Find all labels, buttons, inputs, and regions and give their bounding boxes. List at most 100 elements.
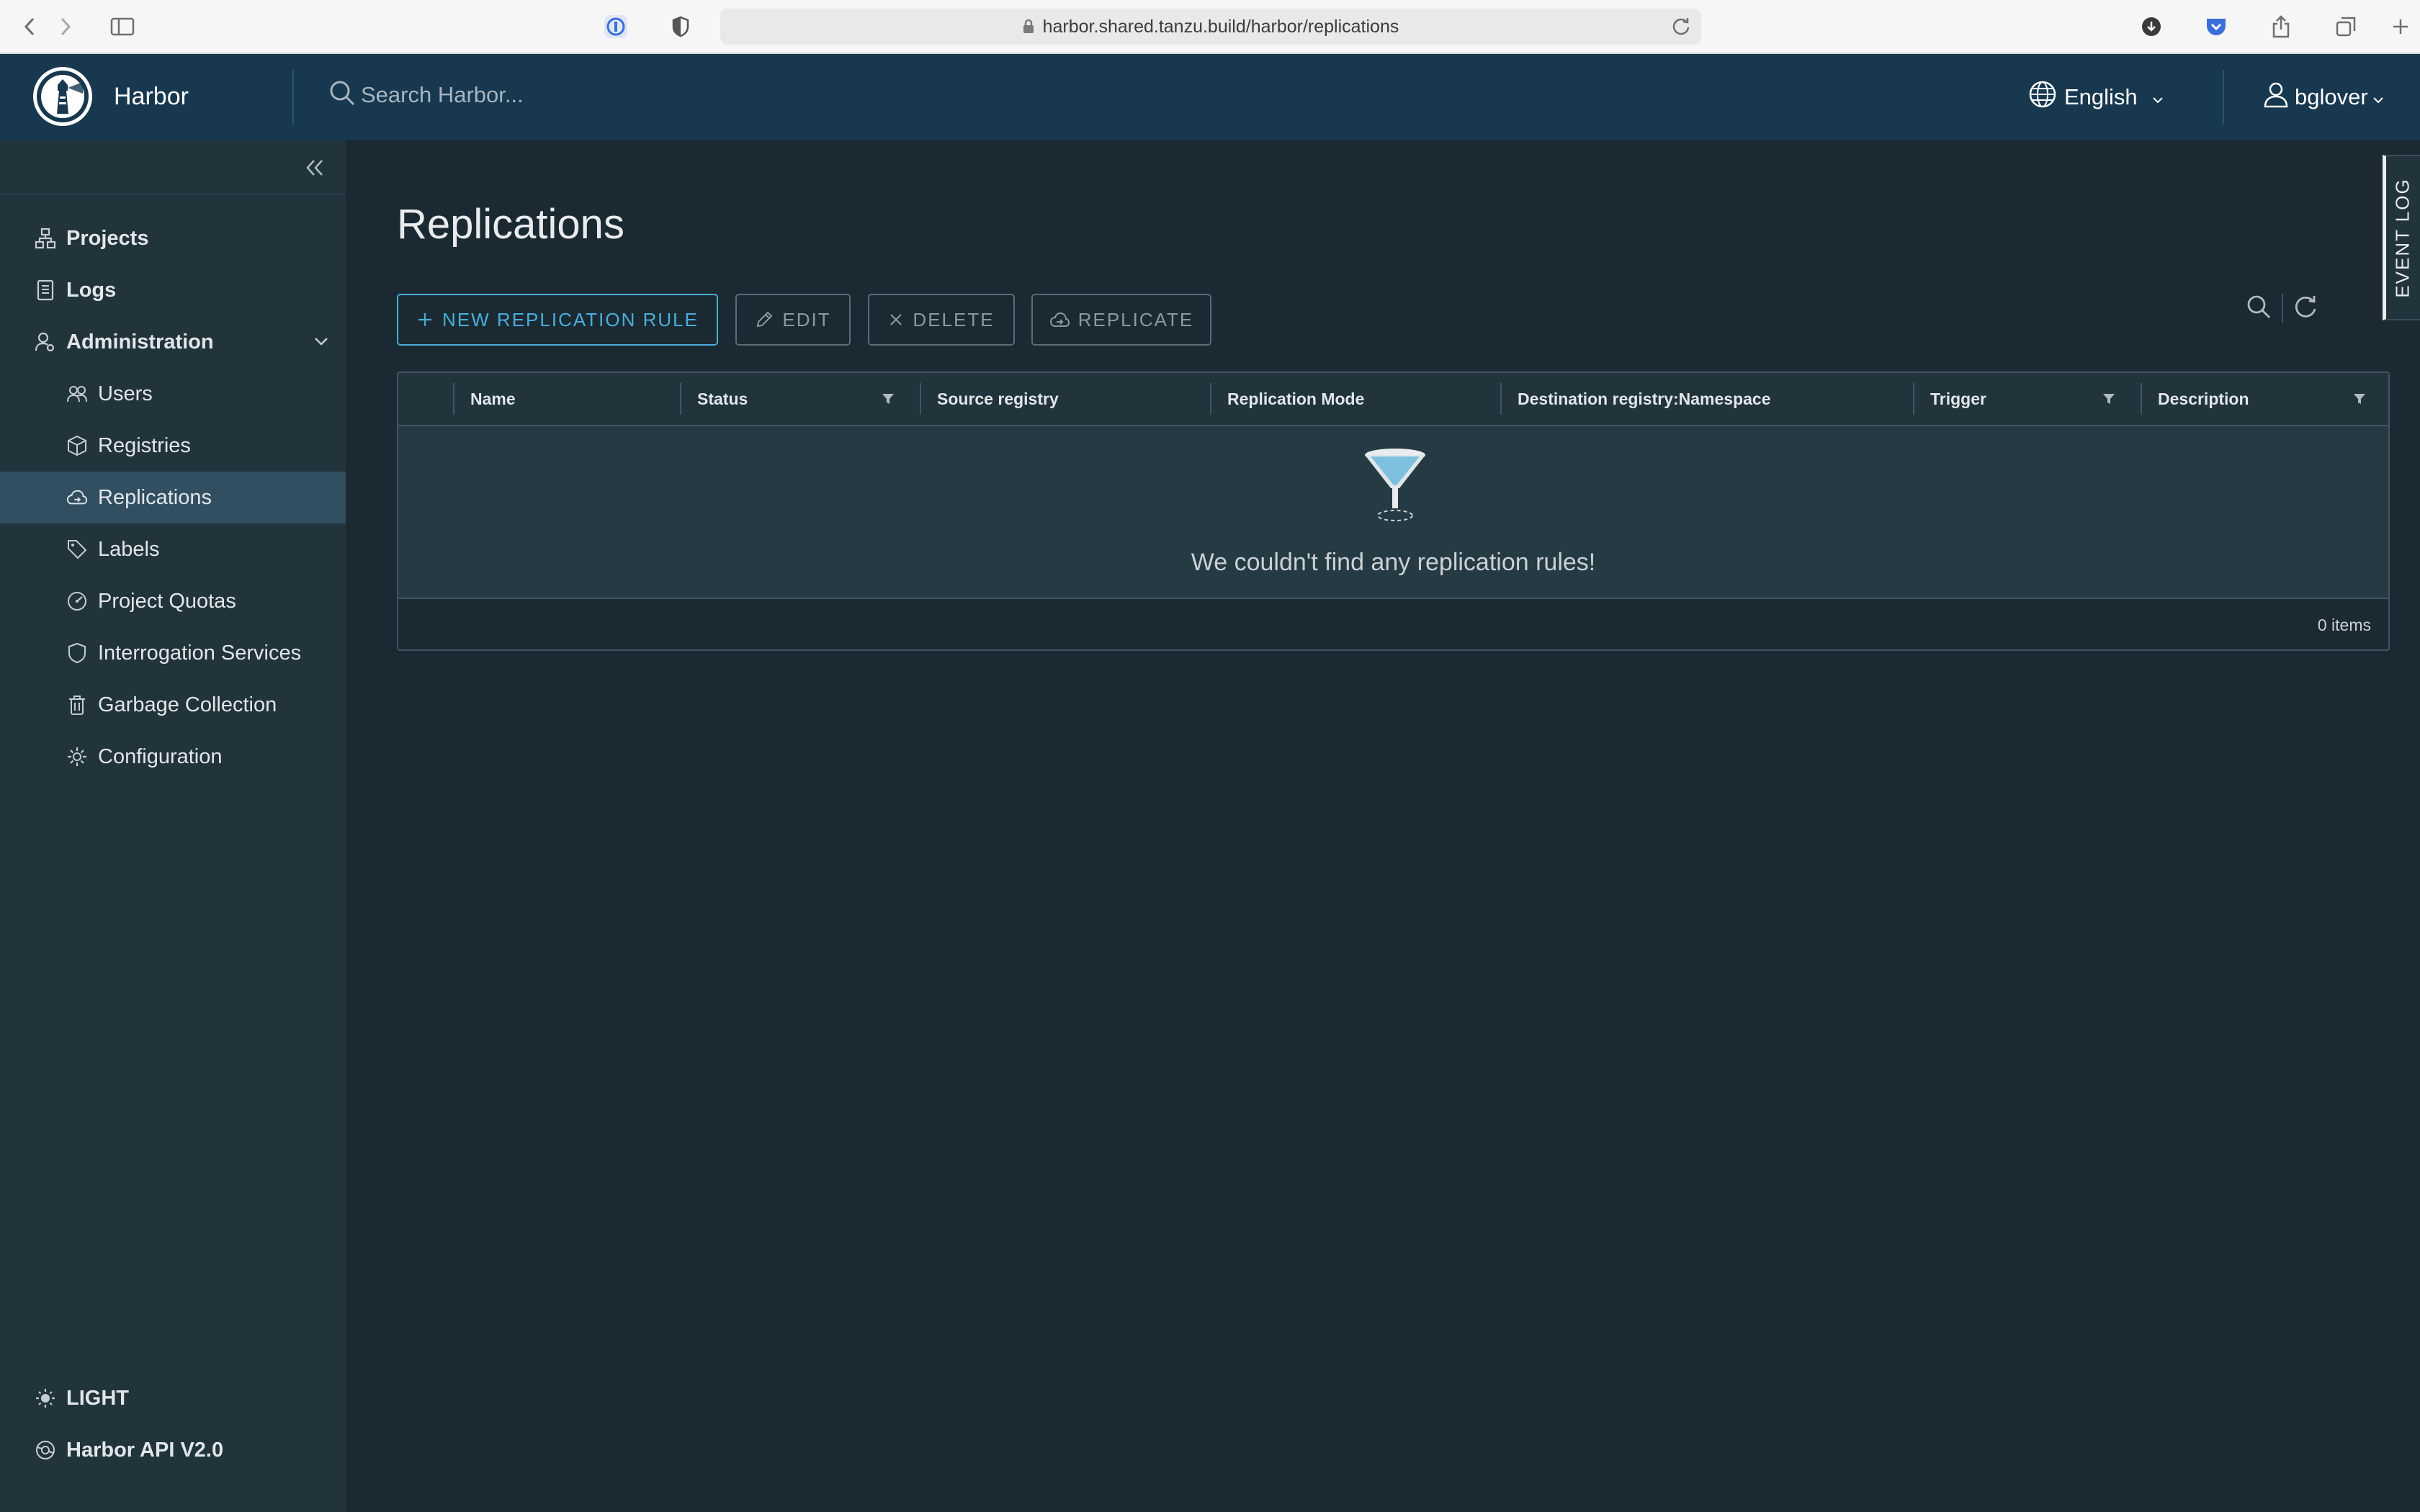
app-header: Harbor Search Harbor... English bglover: [0, 54, 2420, 140]
sidebar-item-users[interactable]: Users: [0, 368, 346, 420]
garbage-collection-icon: [66, 694, 88, 716]
lock-icon: [1023, 19, 1034, 34]
edit-button[interactable]: EDIT: [735, 294, 851, 346]
column-replication-mode[interactable]: Replication Mode: [1210, 373, 1500, 425]
api-link[interactable]: Harbor API V2.0: [0, 1427, 346, 1473]
pencil-icon: [755, 310, 774, 329]
search-input[interactable]: Search Harbor...: [361, 82, 524, 108]
sidebar-item-project-quotas[interactable]: Project Quotas: [0, 575, 346, 627]
project-quotas-icon: [66, 590, 88, 612]
page-title: Replications: [397, 201, 624, 248]
collapse-sidebar-icon[interactable]: [297, 153, 333, 182]
table-footer: 0 items: [398, 600, 2388, 649]
user-icon: [2262, 80, 2290, 114]
harbor-logo-icon: [33, 67, 92, 126]
sidebar-item-label: Administration: [66, 330, 214, 354]
sidebar-item-label: Project Quotas: [98, 589, 236, 613]
event-log-label: EVENT LOG: [2392, 177, 2414, 298]
sidebar-item-administration[interactable]: Administration: [0, 316, 346, 368]
sidebar: Projects Logs Administration Users Regis…: [0, 140, 346, 1512]
labels-icon: [66, 539, 88, 560]
url-text: harbor.shared.tanzu.build/harbor/replica…: [1042, 16, 1399, 37]
replications-icon: [66, 487, 88, 508]
gear-icon: [66, 746, 88, 768]
search-icon: [328, 78, 357, 111]
sidebar-item-label: Logs: [66, 278, 117, 302]
sidebar-item-projects[interactable]: Projects: [0, 212, 346, 264]
event-log-tab[interactable]: EVENT LOG: [2383, 155, 2420, 320]
new-tab-icon[interactable]: [2384, 10, 2417, 43]
address-bar[interactable]: harbor.shared.tanzu.build/harbor/replica…: [720, 9, 1701, 45]
sidebar-item-label: Garbage Collection: [98, 693, 277, 716]
search-icon[interactable]: [2244, 292, 2273, 325]
sidebar-divider: [0, 194, 346, 195]
sidebar-item-label: Replications: [98, 485, 212, 509]
sidebar-item-label: Labels: [98, 537, 160, 561]
sun-icon: [35, 1387, 56, 1409]
item-count: 0 items: [2317, 615, 2371, 634]
sidebar-item-garbage-collection[interactable]: Garbage Collection: [0, 679, 346, 731]
sidebar-item-labels[interactable]: Labels: [0, 523, 346, 575]
replicate-icon: [1049, 310, 1070, 329]
global-search[interactable]: Search Harbor...: [328, 78, 524, 111]
sidebar-item-label: Interrogation Services: [98, 641, 302, 665]
sidebar-toggle-icon[interactable]: [101, 10, 144, 43]
replication-rules-table: Name Status Source registry Replication …: [397, 372, 2390, 651]
administration-icon: [35, 331, 56, 353]
grid-tools: [2244, 294, 2319, 323]
brand[interactable]: Harbor: [33, 67, 189, 126]
sidebar-item-logs[interactable]: Logs: [0, 264, 346, 316]
back-icon[interactable]: [16, 10, 43, 43]
new-replication-rule-button[interactable]: NEW REPLICATION RULE: [397, 294, 718, 346]
password-manager-icon[interactable]: [598, 10, 634, 43]
downloads-icon[interactable]: [2133, 10, 2169, 43]
plus-icon: [416, 311, 434, 328]
privacy-shield-icon[interactable]: [663, 10, 699, 43]
chevron-down-icon: [313, 332, 330, 356]
tool-divider: [2282, 294, 2283, 323]
filter-icon[interactable]: [2102, 392, 2116, 406]
filter-icon[interactable]: [881, 392, 895, 406]
language-selector[interactable]: English: [2028, 80, 2164, 114]
tabs-overview-icon[interactable]: [2328, 10, 2364, 43]
theme-toggle[interactable]: LIGHT: [0, 1375, 346, 1421]
sidebar-item-label: Users: [98, 382, 153, 405]
sidebar-item-replications[interactable]: Replications: [0, 472, 346, 523]
column-source-registry[interactable]: Source registry: [920, 373, 1210, 425]
api-icon: [35, 1439, 56, 1461]
empty-message: We couldn't find any replication rules!: [1191, 549, 1596, 576]
replicate-label: REPLICATE: [1077, 308, 1194, 330]
globe-icon: [2028, 80, 2057, 114]
app-name: Harbor: [114, 82, 189, 110]
sidebar-item-label: Projects: [66, 226, 149, 250]
sidebar-item-registries[interactable]: Registries: [0, 420, 346, 472]
edit-label: EDIT: [782, 308, 831, 330]
language-label: English: [2064, 84, 2138, 109]
pocket-icon[interactable]: [2198, 10, 2234, 43]
registries-icon: [66, 435, 88, 456]
username: bglover: [2295, 84, 2368, 109]
sidebar-item-label: Configuration: [98, 744, 223, 768]
reload-icon[interactable]: [1671, 16, 1691, 36]
table-body-empty: We couldn't find any replication rules!: [398, 426, 2388, 599]
sidebar-item-interrogation-services[interactable]: Interrogation Services: [0, 627, 346, 679]
interrogation-services-icon: [66, 642, 88, 664]
theme-toggle-label: LIGHT: [66, 1386, 129, 1410]
filter-icon[interactable]: [2352, 392, 2367, 406]
replicate-button[interactable]: REPLICATE: [1031, 294, 1211, 346]
delete-button[interactable]: DELETE: [868, 294, 1015, 346]
share-icon[interactable]: [2263, 10, 2299, 43]
column-description[interactable]: Description: [2141, 373, 2388, 425]
refresh-icon[interactable]: [2292, 293, 2319, 324]
new-replication-rule-label: NEW REPLICATION RULE: [442, 308, 699, 330]
forward-icon[interactable]: [52, 10, 79, 43]
chevron-down-icon: [2372, 84, 2384, 110]
browser-toolbar: harbor.shared.tanzu.build/harbor/replica…: [0, 0, 2420, 54]
api-link-label: Harbor API V2.0: [66, 1438, 224, 1462]
delete-label: DELETE: [913, 308, 995, 330]
user-menu[interactable]: bglover: [2262, 80, 2384, 114]
sidebar-item-configuration[interactable]: Configuration: [0, 731, 346, 783]
logs-icon: [35, 279, 56, 301]
column-destination[interactable]: Destination registry:Namespace: [1500, 373, 1913, 425]
column-name[interactable]: Name: [453, 373, 680, 425]
